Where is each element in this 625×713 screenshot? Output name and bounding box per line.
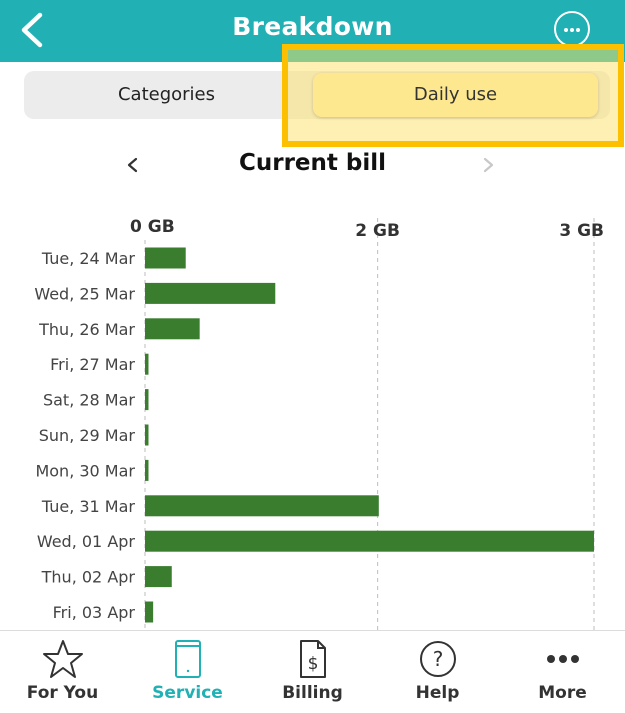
svg-text:?: ? [433,647,444,671]
usage-bar [145,495,379,517]
svg-text:$: $ [308,654,319,674]
tab-label: Billing [282,683,343,703]
tab-billing[interactable]: $ Billing [250,631,375,713]
tab-label: Help [415,683,460,703]
period-title: Current bill [238,150,387,176]
bill-icon: $ [300,640,326,678]
usage-bar [145,530,594,552]
category-label: Wed, 01 Apr [37,532,136,551]
usage-bar [145,459,149,481]
usage-bar [145,318,200,340]
tab-for-you[interactable]: For You [0,631,125,713]
category-label: Tue, 24 Mar [41,249,136,268]
tab-label: Service [152,683,223,703]
usage-bar [145,353,149,375]
usage-bar [145,282,276,304]
tab-service[interactable]: Service [125,631,250,713]
category-label: Fri, 27 Mar [50,355,135,374]
more-options-icon[interactable] [554,11,590,47]
tab-label: For You [26,683,99,703]
daily-use-tab[interactable]: Daily use [313,73,598,117]
category-label: Thu, 02 Apr [41,568,136,587]
usage-bar [145,601,154,623]
usage-bar [145,247,186,269]
star-icon [43,640,83,678]
category-label: Sun, 29 Mar [39,426,136,445]
daily-usage-chart: 0 GB 2 GB 3 GB Tue, 24 Mar Wed, 25 Mar Thu, 2… [34,217,604,630]
category-label: Tue, 31 Mar [41,497,136,516]
tab-more[interactable]: More [500,631,625,713]
axis-tick-label: 2 GB [355,221,400,241]
page-title: Breakdown [232,12,393,41]
phone-icon [175,640,201,678]
usage-bar [145,389,149,411]
axis-tick-label: 0 GB [130,217,175,237]
tab-label: More [538,683,587,703]
category-label: Sat, 28 Mar [43,391,135,410]
tab-help[interactable]: ? Help [375,631,500,713]
axis-tick-label: 3 GB [559,221,604,241]
category-label: Wed, 25 Mar [34,284,135,303]
usage-bar [145,424,149,446]
more-dots-icon [547,655,579,663]
next-period-icon[interactable] [478,150,498,180]
categories-tab[interactable]: Categories [24,71,309,119]
category-label: Thu, 26 Mar [38,320,135,339]
usage-bar [145,566,172,588]
help-icon: ? [420,641,456,677]
highlight-strip [288,50,618,62]
category-label: Mon, 30 Mar [35,461,135,480]
tab-bar: For You Service $ Billing ? Help More [0,630,625,713]
category-label: Fri, 03 Apr [53,603,136,622]
